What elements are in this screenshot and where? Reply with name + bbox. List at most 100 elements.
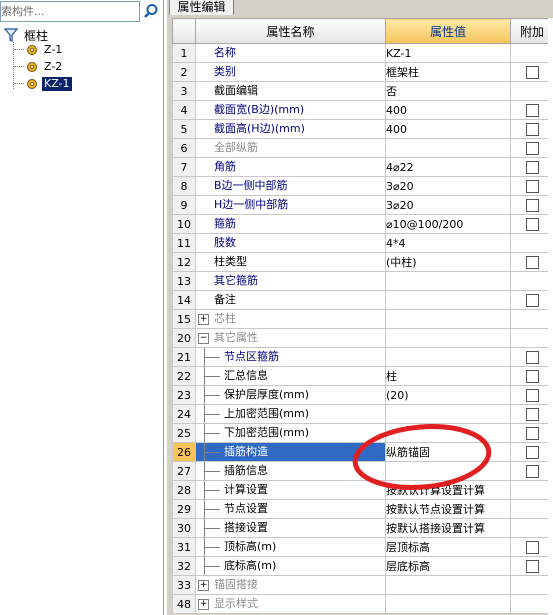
property-name-cell[interactable]: 截面宽(B边)(mm) xyxy=(195,100,386,120)
property-row[interactable]: 25 下加密范围(mm) xyxy=(172,423,553,443)
attach-checkbox[interactable] xyxy=(525,103,539,117)
attach-checkbox[interactable] xyxy=(525,255,539,269)
attach-checkbox[interactable] xyxy=(525,65,539,79)
property-value-cell[interactable] xyxy=(385,575,511,595)
property-row[interactable]: 22 汇总信息 柱 xyxy=(172,366,553,386)
attach-checkbox[interactable] xyxy=(525,388,539,402)
scrollbar[interactable] xyxy=(548,18,553,615)
property-name-cell[interactable]: 箍筋 xyxy=(195,214,386,234)
property-value-cell[interactable]: 4⌀22 xyxy=(385,157,511,177)
property-value-cell[interactable] xyxy=(385,290,511,310)
expand-icon[interactable]: + xyxy=(198,580,209,591)
property-row[interactable]: 6 全部纵筋 xyxy=(172,138,553,158)
property-name-cell[interactable]: 计算设置 xyxy=(195,480,386,500)
property-row[interactable]: 13 其它箍筋 xyxy=(172,271,553,291)
property-value-cell[interactable]: 层顶标高 xyxy=(385,537,511,557)
property-name-cell[interactable]: + 显示样式 xyxy=(195,594,386,614)
property-name-cell[interactable]: 插筋构造 xyxy=(195,442,386,462)
property-row[interactable]: 26 插筋构造 纵筋锚固 xyxy=(172,442,553,462)
property-value-cell[interactable]: 框架柱 xyxy=(385,62,511,82)
property-name-cell[interactable]: 备注 xyxy=(195,290,386,310)
property-value-cell[interactable]: 3⌀20 xyxy=(385,176,511,196)
property-value-cell[interactable]: 纵筋锚固 xyxy=(385,442,511,462)
property-value-cell[interactable] xyxy=(385,271,511,291)
property-value-cell[interactable]: ⌀10@100/200 xyxy=(385,214,511,234)
property-value-cell[interactable]: 3⌀20 xyxy=(385,195,511,215)
property-row[interactable]: 32 底标高(m) 层底标高 xyxy=(172,556,553,576)
search-button[interactable] xyxy=(142,2,161,21)
property-row[interactable]: 21 节点区箍筋 xyxy=(172,347,553,367)
property-value-cell[interactable] xyxy=(385,423,511,443)
property-name-cell[interactable]: 截面编辑 xyxy=(195,81,386,101)
property-row[interactable]: 33 + 锚固搭接 xyxy=(172,575,553,595)
expand-icon[interactable]: + xyxy=(198,599,209,610)
property-name-cell[interactable]: 顶标高(m) xyxy=(195,537,386,557)
tree-root-framed-column[interactable]: 框柱 xyxy=(0,26,163,43)
property-row[interactable]: 8 B边一侧中部筋 3⌀20 xyxy=(172,176,553,196)
property-value-cell[interactable]: (20) xyxy=(385,385,511,405)
attach-checkbox[interactable] xyxy=(525,350,539,364)
attach-checkbox[interactable] xyxy=(525,540,539,554)
property-name-cell[interactable]: 汇总信息 xyxy=(195,366,386,386)
property-value-cell[interactable] xyxy=(385,309,511,329)
property-value-cell[interactable]: 400 xyxy=(385,119,511,139)
property-name-cell[interactable]: 名称 xyxy=(195,43,386,63)
property-value-cell[interactable]: 4*4 xyxy=(385,233,511,253)
attach-checkbox[interactable] xyxy=(525,464,539,478)
property-name-cell[interactable]: 底标高(m) xyxy=(195,556,386,576)
property-row[interactable]: 14 备注 xyxy=(172,290,553,310)
tree-item-z1[interactable]: Z-1 xyxy=(0,42,163,59)
property-name-cell[interactable]: 下加密范围(mm) xyxy=(195,423,386,443)
property-value-cell[interactable]: KZ-1 xyxy=(385,43,511,63)
attach-checkbox[interactable] xyxy=(525,141,539,155)
attach-checkbox[interactable] xyxy=(525,160,539,174)
property-row[interactable]: 30 搭接设置 按默认搭接设置计算 xyxy=(172,518,553,538)
tab-property-edit[interactable]: 属性编辑 xyxy=(169,0,234,15)
property-value-cell[interactable] xyxy=(385,347,511,367)
property-value-cell[interactable]: 柱 xyxy=(385,366,511,386)
property-name-cell[interactable]: 柱类型 xyxy=(195,252,386,272)
property-row[interactable]: 27 插筋信息 xyxy=(172,461,553,481)
property-row[interactable]: 28 计算设置 按默认计算设置计算 xyxy=(172,480,553,500)
property-name-cell[interactable]: 插筋信息 xyxy=(195,461,386,481)
property-name-cell[interactable]: 保护层厚度(mm) xyxy=(195,385,386,405)
header-attach[interactable]: 附加 xyxy=(510,18,553,44)
property-value-cell[interactable] xyxy=(385,461,511,481)
property-row[interactable]: 2 类别 框架柱 xyxy=(172,62,553,82)
property-value-cell[interactable]: 否 xyxy=(385,81,511,101)
property-row[interactable]: 29 节点设置 按默认节点设置计算 xyxy=(172,499,553,519)
attach-checkbox[interactable] xyxy=(525,293,539,307)
attach-checkbox[interactable] xyxy=(525,407,539,421)
property-row[interactable]: 1 名称 KZ-1 xyxy=(172,43,553,63)
property-row[interactable]: 23 保护层厚度(mm) (20) xyxy=(172,385,553,405)
attach-checkbox[interactable] xyxy=(525,179,539,193)
property-row[interactable]: 48 + 显示样式 xyxy=(172,594,553,614)
property-row[interactable]: 24 上加密范围(mm) xyxy=(172,404,553,424)
property-value-cell[interactable] xyxy=(385,328,511,348)
property-value-cell[interactable]: 按默认节点设置计算 xyxy=(385,499,511,519)
property-name-cell[interactable]: 角筋 xyxy=(195,157,386,177)
tree-item-z2[interactable]: Z-2 xyxy=(0,59,163,76)
expand-icon[interactable]: + xyxy=(198,314,209,325)
property-row[interactable]: 11 肢数 4*4 xyxy=(172,233,553,253)
property-row[interactable]: 4 截面宽(B边)(mm) 400 xyxy=(172,100,553,120)
attach-checkbox[interactable] xyxy=(525,217,539,231)
property-row[interactable]: 20− 其它属性 xyxy=(172,328,553,348)
property-row[interactable]: 7 角筋 4⌀22 xyxy=(172,157,553,177)
attach-checkbox[interactable] xyxy=(525,559,539,573)
property-name-cell[interactable]: 截面高(H边)(mm) xyxy=(195,119,386,139)
property-name-cell[interactable]: B边一侧中部筋 xyxy=(195,176,386,196)
attach-checkbox[interactable] xyxy=(525,198,539,212)
header-property-name[interactable]: 属性名称 xyxy=(195,18,386,44)
property-value-cell[interactable]: (中柱) xyxy=(385,252,511,272)
attach-checkbox[interactable] xyxy=(525,122,539,136)
header-property-value[interactable]: 属性值 xyxy=(385,18,511,44)
property-value-cell[interactable] xyxy=(385,138,511,158)
property-name-cell[interactable]: 肢数 xyxy=(195,233,386,253)
property-name-cell[interactable]: + 芯柱 xyxy=(195,309,386,329)
property-name-cell[interactable]: 节点设置 xyxy=(195,499,386,519)
property-value-cell[interactable] xyxy=(385,404,511,424)
property-row[interactable]: 31 顶标高(m) 层顶标高 xyxy=(172,537,553,557)
property-row[interactable]: 5 截面高(H边)(mm) 400 xyxy=(172,119,553,139)
property-row[interactable]: 3 截面编辑 否 xyxy=(172,81,553,101)
